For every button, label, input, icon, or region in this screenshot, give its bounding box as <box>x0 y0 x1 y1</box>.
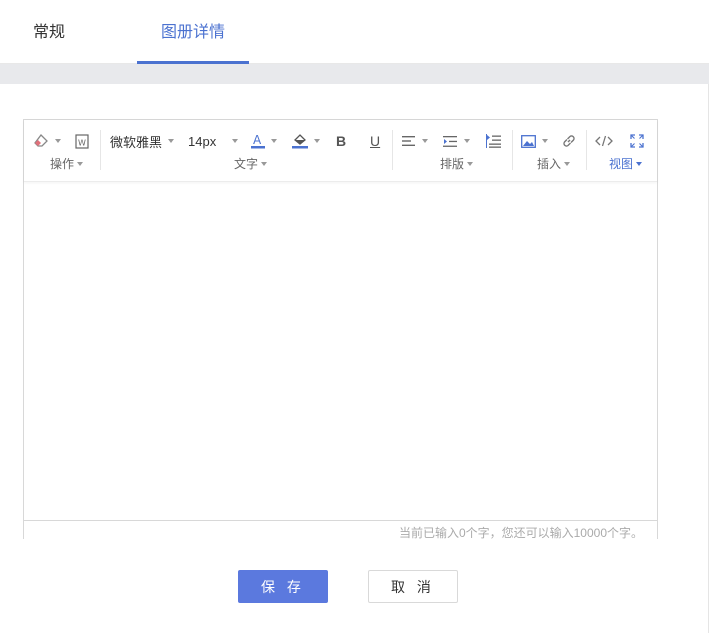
svg-text:W: W <box>78 138 86 147</box>
tab-bar: 常规 图册详情 <box>0 0 709 64</box>
rich-text-editor: W 操作 微软雅黑 14px A B U 文字 排版 插入 视图 当前已输入0个… <box>23 119 658 540</box>
toolbar-divider <box>100 130 101 170</box>
chevron-down-icon <box>271 139 277 143</box>
group-label-layout[interactable]: 排版 <box>440 155 474 172</box>
toolbar-divider <box>512 130 513 170</box>
toolbar-divider <box>392 130 393 170</box>
font-size-value: 14px <box>188 133 217 149</box>
word-counter: 当前已输入0个字，您还可以输入10000个字。 <box>398 526 643 540</box>
underline-button[interactable]: U <box>370 130 380 152</box>
eraser-icon <box>34 134 48 147</box>
bold-icon: B <box>336 133 347 149</box>
bold-button[interactable]: B <box>336 130 346 152</box>
editor-content-area[interactable] <box>24 182 657 520</box>
background-color-button[interactable] <box>292 130 320 152</box>
save-button[interactable]: 保 存 <box>238 570 328 603</box>
tab-general[interactable]: 常规 <box>33 0 65 64</box>
chevron-down-icon <box>261 161 268 166</box>
chevron-down-icon <box>77 161 84 166</box>
font-color-icon: A <box>251 133 265 149</box>
word-import-button[interactable]: W <box>75 130 89 152</box>
insert-image-button[interactable] <box>521 130 548 152</box>
fullscreen-icon <box>630 134 644 148</box>
source-code-button[interactable] <box>595 130 613 152</box>
cancel-button[interactable]: 取 消 <box>368 570 458 603</box>
chevron-down-icon <box>542 139 548 143</box>
fill-color-icon <box>292 134 308 149</box>
line-height-button[interactable] <box>443 130 470 152</box>
fullscreen-button[interactable] <box>630 130 644 152</box>
chevron-down-icon <box>55 139 61 143</box>
chevron-down-icon <box>564 161 571 166</box>
insert-link-button[interactable] <box>561 130 577 152</box>
indent-button[interactable] <box>486 130 501 152</box>
chevron-down-icon <box>464 139 470 143</box>
chevron-down-icon <box>314 139 320 143</box>
chevron-down-icon <box>422 139 428 143</box>
underline-icon: U <box>370 133 381 149</box>
font-family-value: 微软雅黑 <box>110 134 163 150</box>
align-left-icon <box>402 136 415 146</box>
code-icon <box>595 135 613 147</box>
tab-album-detail[interactable]: 图册详情 <box>137 0 249 64</box>
word-document-icon: W <box>75 133 89 149</box>
font-family-select[interactable]: 微软雅黑 <box>110 130 175 152</box>
group-label-view[interactable]: 视图 <box>609 155 643 172</box>
editor-status-divider <box>24 520 657 521</box>
editor-toolbar: W 操作 微软雅黑 14px A B U 文字 排版 插入 视图 <box>24 120 657 182</box>
toolbar-divider <box>586 130 587 170</box>
group-label-insert[interactable]: 插入 <box>537 155 571 172</box>
group-label-text[interactable]: 文字 <box>234 155 268 172</box>
link-icon <box>563 135 575 147</box>
group-label-operate[interactable]: 操作 <box>50 155 84 172</box>
font-size-select[interactable]: 14px <box>188 130 239 152</box>
section-divider <box>0 64 709 84</box>
chevron-down-icon <box>636 161 643 166</box>
chevron-down-icon <box>232 139 239 143</box>
svg-text:A: A <box>253 133 262 147</box>
align-button[interactable] <box>402 130 428 152</box>
clear-format-button[interactable] <box>33 130 61 152</box>
indent-icon <box>486 134 501 148</box>
chevron-down-icon <box>467 161 474 166</box>
image-icon <box>521 134 536 148</box>
chevron-down-icon <box>168 139 175 143</box>
font-color-button[interactable]: A <box>251 130 277 152</box>
line-height-icon <box>443 135 457 147</box>
